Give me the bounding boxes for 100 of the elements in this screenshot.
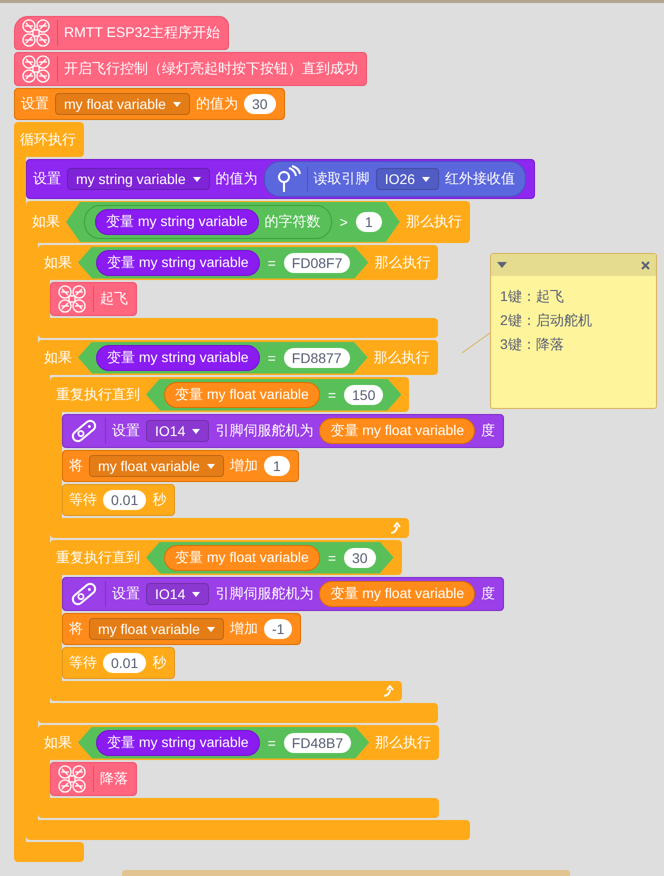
caret-icon: [172, 102, 181, 106]
leader-line: [462, 332, 490, 354]
value-input[interactable]: 0.01: [103, 653, 146, 673]
block-label: 降落: [100, 770, 128, 788]
block-label: 如果: [44, 254, 72, 272]
value-input[interactable]: FD8877: [284, 348, 350, 368]
block-label: 的值为: [196, 95, 238, 113]
caret-icon: [422, 176, 430, 182]
block-label: =: [328, 550, 336, 566]
value-input[interactable]: 150: [344, 384, 384, 404]
block-label: 秒: [152, 654, 166, 672]
block-label: 增加: [230, 620, 258, 638]
comment-note[interactable]: 1键：起飞 2键：启动舵机 3键：降落: [490, 253, 657, 409]
block-label: 度: [481, 422, 496, 440]
comment-text: 3键：降落: [500, 336, 564, 354]
block-label: =: [268, 734, 276, 750]
wait-block[interactable]: 等待 0.01 秒: [62, 484, 176, 516]
caret-icon: [206, 626, 215, 632]
block-label: 如果: [44, 734, 72, 752]
block-label: 那么执行: [375, 734, 432, 752]
drone-icon: [21, 18, 51, 48]
condition-block[interactable]: 变量 my string variable = FD48B7: [78, 726, 370, 758]
dropdown-menu[interactable]: IO14: [146, 583, 210, 605]
caret-icon: [192, 428, 200, 434]
block-label: =: [268, 350, 276, 366]
loop-arrow-icon: [382, 685, 394, 697]
block-label: =: [268, 254, 276, 270]
drone-icon: [57, 764, 87, 794]
drone-icon: [57, 284, 87, 314]
horizontal-scrollbar[interactable]: [122, 870, 570, 876]
variable-reporter[interactable]: 变量 my string variable: [96, 250, 260, 276]
caret-icon: [192, 592, 200, 596]
caret-icon[interactable]: [497, 262, 507, 268]
condition-block[interactable]: 变量 my float variable = 150: [146, 378, 402, 410]
block-label: 将: [69, 620, 83, 638]
value-input[interactable]: 30: [344, 548, 376, 568]
condition-block[interactable]: 变量 my float variable = 30: [146, 542, 394, 574]
block-label: 重复执行直到: [56, 548, 140, 566]
if-block[interactable]: 如果 变量 my string variable 的字符数 > 1 那么执行: [26, 201, 470, 243]
operator-reporter[interactable]: 变量 my string variable 的字符数: [84, 205, 332, 239]
if-block[interactable]: 如果 变量 my string variable = FD08F7 那么执行: [38, 245, 438, 280]
variable-block[interactable]: 将 my float variable 增加 1: [62, 450, 299, 482]
block-label: 如果: [44, 348, 72, 366]
if-block[interactable]: 如果 变量 my string variable = FD48B7 那么执行: [38, 725, 440, 760]
value-input[interactable]: 30: [244, 94, 276, 114]
block-label: 如果: [32, 213, 60, 231]
variable-block[interactable]: 设置 my string variable 的值为 读取引脚 IO26 红外接收值: [26, 159, 536, 199]
value-input[interactable]: 1: [264, 456, 290, 476]
block-label: 设置: [21, 95, 49, 113]
block-label: 那么执行: [406, 213, 462, 231]
block-label: 开启飞行控制（绿灯亮起时按下按钮）直到成功: [64, 60, 358, 78]
servo-block[interactable]: 设置 IO14 引脚伺服舵机为 变量 my float variable 度: [62, 577, 504, 611]
block-label: 设置: [112, 422, 140, 440]
caret-icon: [206, 464, 215, 468]
block-label: 设置: [112, 585, 140, 603]
block-label: 的字符数: [264, 213, 321, 231]
block-label: =: [328, 386, 336, 402]
condition-block[interactable]: 变量 my string variable = FD08F7: [78, 246, 368, 278]
repeat-until-block[interactable]: 重复执行直到 变量 my float variable = 30: [50, 540, 402, 575]
caret-icon: [192, 176, 201, 182]
block-label: 红外接收值: [445, 170, 516, 188]
if-block[interactable]: 如果 变量 my string variable = FD8877 那么执行: [38, 340, 438, 375]
value-input[interactable]: FD08F7: [284, 252, 350, 272]
variable-block[interactable]: 将 my float variable 增加 -1: [62, 613, 302, 645]
value-input[interactable]: FD48B7: [284, 732, 352, 752]
block-footer: [14, 842, 84, 862]
block-label: 设置: [33, 170, 61, 188]
block-label: 循环执行: [20, 130, 76, 148]
block-label: 那么执行: [374, 348, 430, 366]
block-label: 引脚伺服舵机为: [215, 585, 314, 603]
block-label: 将: [69, 457, 83, 475]
wait-block[interactable]: 等待 0.01 秒: [62, 647, 176, 679]
block-label: 度: [481, 585, 496, 603]
drone-icon: [21, 54, 51, 84]
variable-reporter[interactable]: 变量 my string variable: [96, 730, 260, 756]
block-label: RMTT ESP32主程序开始: [64, 24, 220, 42]
block-label: 起飞: [100, 290, 128, 308]
sensor-reporter[interactable]: 读取引脚 IO26 红外接收值: [264, 161, 526, 197]
block-label: 等待: [69, 654, 97, 672]
block-label: 重复执行直到: [56, 386, 140, 404]
value-input[interactable]: 1: [356, 212, 382, 232]
close-icon[interactable]: [641, 260, 650, 270]
servo-block[interactable]: 设置 IO14 引脚伺服舵机为 变量 my float variable 度: [62, 414, 504, 448]
block-label: 读取引脚: [314, 170, 370, 188]
block-label: 那么执行: [374, 254, 430, 272]
comment-text: 2键：启动舵机: [500, 312, 592, 330]
condition-block[interactable]: 变量 my string variable 的字符数 > 1: [66, 202, 400, 242]
value-input[interactable]: 0.01: [103, 490, 146, 510]
loop-arrow-icon: [389, 522, 402, 534]
dropdown-menu[interactable]: IO14: [146, 420, 210, 442]
variable-reporter[interactable]: 变量 my string variable: [96, 344, 260, 370]
variable-reporter[interactable]: 变量 my string variable: [95, 209, 259, 235]
variable-block[interactable]: 设置 my float variable 的值为 30: [14, 88, 285, 120]
block-label: >: [340, 214, 348, 230]
condition-block[interactable]: 变量 my string variable = FD8877: [78, 342, 368, 374]
dropdown-menu[interactable]: IO26: [376, 168, 440, 190]
block-label: 的值为: [216, 170, 258, 188]
dropdown-menu[interactable]: my string variable: [67, 168, 210, 190]
repeat-until-block[interactable]: 重复执行直到 变量 my float variable = 150: [50, 377, 410, 412]
value-input[interactable]: -1: [264, 619, 292, 639]
